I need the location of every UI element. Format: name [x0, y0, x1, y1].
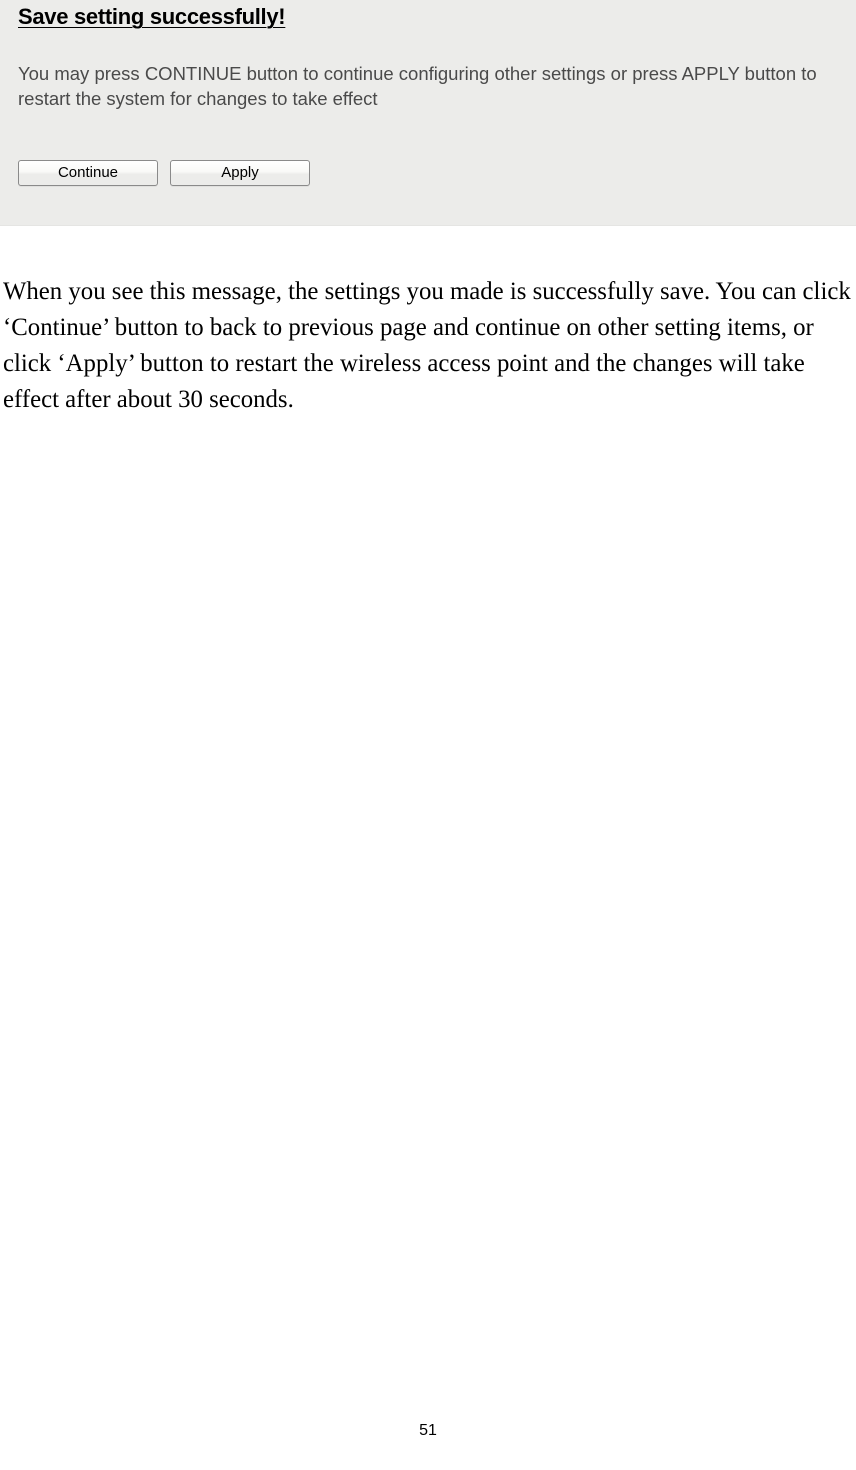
body-paragraph: When you see this message, the settings … [3, 274, 853, 418]
dialog-heading: Save setting successfully! [18, 0, 838, 30]
page-number: 51 [0, 1422, 856, 1440]
continue-button[interactable]: Continue [18, 160, 158, 186]
save-settings-dialog-screenshot: Save setting successfully! You may press… [0, 0, 856, 226]
dialog-message: You may press CONTINUE button to continu… [18, 62, 838, 112]
apply-button[interactable]: Apply [170, 160, 310, 186]
document-body: When you see this message, the settings … [0, 226, 856, 418]
dialog-button-row: Continue Apply [18, 160, 838, 186]
